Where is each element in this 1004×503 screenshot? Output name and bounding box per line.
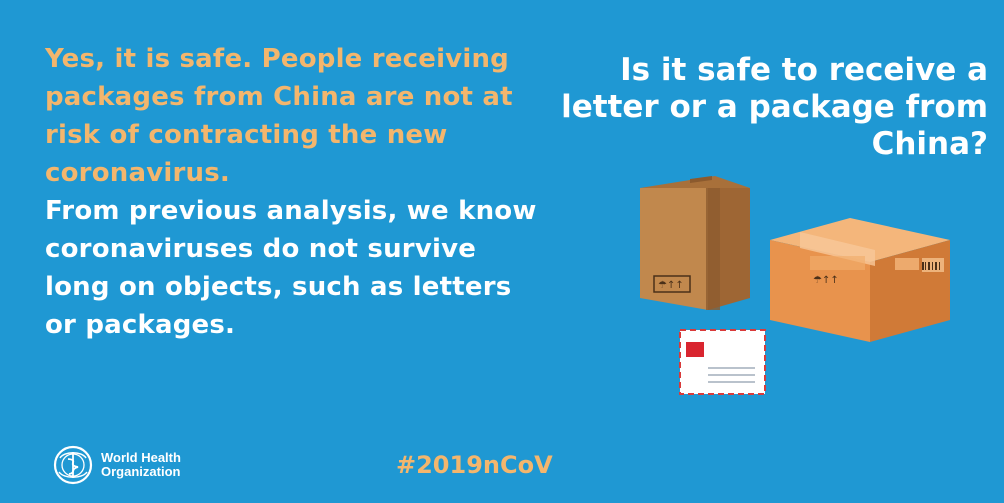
infographic-card: Yes, it is safe. People receiving packag…	[0, 0, 1004, 503]
svg-text:☂↑↑: ☂↑↑	[658, 280, 684, 291]
who-emblem-icon	[53, 445, 93, 485]
wide-box-icon: ☂↑↑	[770, 218, 950, 342]
tall-box-icon: ☂↑↑	[640, 176, 750, 310]
package-illustration: ☂↑↑ ☂↑↑	[630, 170, 970, 410]
answer-detail: From previous analysis, we know coronavi…	[45, 196, 537, 340]
who-logo-text: World Health Organization	[101, 451, 181, 479]
who-logo-line1: World Health	[101, 450, 181, 465]
svg-text:☂↑↑: ☂↑↑	[813, 275, 839, 286]
who-logo: World Health Organization	[52, 444, 181, 486]
hashtag: #2019nCoV	[396, 451, 553, 479]
envelope-icon	[679, 329, 766, 395]
who-logo-line2: Organization	[101, 464, 181, 479]
question-heading: Is it safe to receive a letter or a pack…	[561, 52, 988, 162]
answer-highlight: Yes, it is safe. People receiving packag…	[45, 44, 513, 188]
answer-block: Yes, it is safe. People receiving packag…	[45, 40, 545, 344]
